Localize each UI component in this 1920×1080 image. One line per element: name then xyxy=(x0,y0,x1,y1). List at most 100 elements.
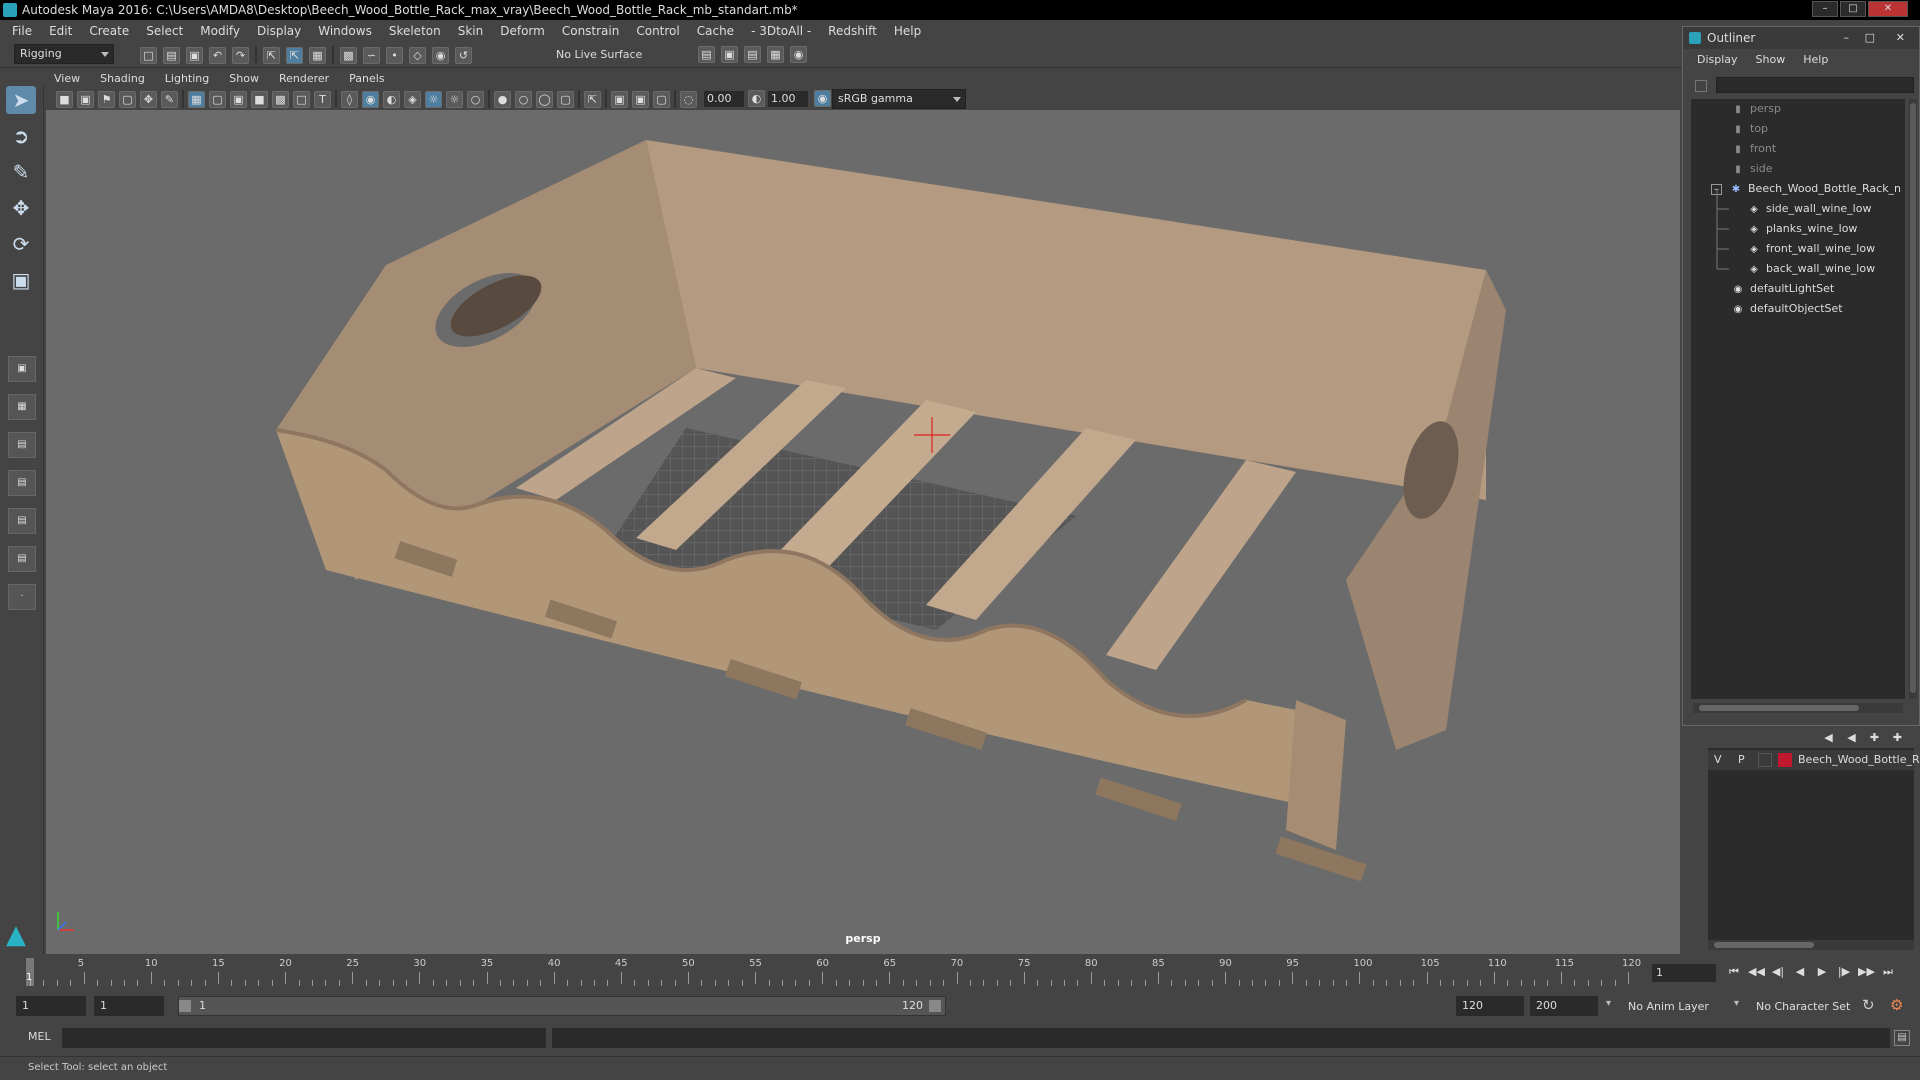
xray-icon[interactable]: ○ xyxy=(467,90,484,108)
range-end-handle[interactable] xyxy=(929,1000,941,1012)
outliner-item-top[interactable]: ▮ top xyxy=(1691,119,1905,139)
xray-active-icon[interactable]: ▣ xyxy=(632,90,649,108)
layer-color-swatch[interactable] xyxy=(1778,753,1792,767)
vp-menu-show[interactable]: Show xyxy=(229,72,259,85)
camera-select-icon[interactable]: ■ xyxy=(56,90,73,108)
close-icon[interactable]: ✕ xyxy=(1868,1,1908,17)
outliner-menu-display[interactable]: Display xyxy=(1697,53,1738,66)
menu-cache[interactable]: Cache xyxy=(697,24,734,38)
snap-curve-icon[interactable]: ∽ xyxy=(363,46,380,64)
depth-of-field-icon[interactable]: ▢ xyxy=(557,90,574,108)
menu-modify[interactable]: Modify xyxy=(200,24,240,38)
menu-control[interactable]: Control xyxy=(636,24,679,38)
field-chart-icon[interactable]: ▩ xyxy=(272,90,289,108)
exposure-icon[interactable]: ◌ xyxy=(680,90,697,108)
ambient-occlusion-icon[interactable]: ● xyxy=(494,90,511,108)
menu-help[interactable]: Help xyxy=(894,24,921,38)
select-by-component-icon[interactable]: ▦ xyxy=(309,46,326,64)
new-scene-icon[interactable]: □ xyxy=(140,46,157,64)
auto-key-icon[interactable]: ↻ xyxy=(1862,996,1875,1014)
time-ruler[interactable]: 5 10 15 20 25 30 35 40 45 50 55 60 65 70 75 80 85 90 95 100… xyxy=(26,958,1644,986)
command-input[interactable] xyxy=(62,1028,546,1048)
outliner-close-icon[interactable]: ✕ xyxy=(1896,27,1905,49)
redo-icon[interactable]: ↷ xyxy=(232,46,249,64)
select-by-object-icon[interactable]: ⇱ xyxy=(286,46,303,64)
single-pane-layout-icon[interactable]: ▣ xyxy=(8,356,36,382)
go-to-end-icon[interactable]: ⏭ xyxy=(1880,964,1896,980)
character-set-dropdown[interactable]: No Character Set xyxy=(1756,1000,1850,1013)
layer-display-type[interactable] xyxy=(1758,753,1772,767)
snap-surface-icon[interactable]: ◉ xyxy=(432,46,449,64)
paint-select-tool-icon[interactable]: ✎ xyxy=(6,158,36,186)
vp-menu-lighting[interactable]: Lighting xyxy=(165,72,209,85)
safe-action-icon[interactable]: □ xyxy=(293,90,310,108)
camera-attributes-icon[interactable]: ▣ xyxy=(77,90,94,108)
current-frame-field[interactable]: 1 xyxy=(1652,964,1716,982)
gate-mask-icon[interactable]: ■ xyxy=(251,90,268,108)
persp-graph-layout-icon[interactable]: ▤ xyxy=(8,470,36,496)
step-back-key-icon[interactable]: ◀◀ xyxy=(1748,964,1765,980)
anim-layer-chevron-icon[interactable]: ▾ xyxy=(1606,998,1611,1009)
move-tool-icon[interactable]: ✥ xyxy=(6,194,36,222)
vp-menu-view[interactable]: View xyxy=(54,72,80,85)
scroll-thumb[interactable] xyxy=(1714,942,1814,948)
filter-icon[interactable] xyxy=(1695,80,1707,92)
outliner-item-front[interactable]: ▮ front xyxy=(1691,139,1905,159)
outliner-search-input[interactable] xyxy=(1716,77,1914,93)
command-language-label[interactable]: MEL xyxy=(28,1030,51,1043)
isolate-select-icon[interactable]: ⇱ xyxy=(584,90,601,108)
script-editor-icon[interactable]: ▤ xyxy=(1894,1030,1910,1046)
menu-display[interactable]: Display xyxy=(257,24,301,38)
range-slider[interactable]: 1 120 xyxy=(178,996,946,1016)
menu-redshift[interactable]: Redshift xyxy=(828,24,877,38)
animation-end-field[interactable]: 200 xyxy=(1530,996,1598,1016)
menu-create[interactable]: Create xyxy=(89,24,129,38)
render-view-icon[interactable]: ▦ xyxy=(767,46,784,63)
uv-editor-layout-icon[interactable]: ▤ xyxy=(8,546,36,572)
scroll-thumb[interactable] xyxy=(1910,103,1916,693)
play-backward-icon[interactable]: ◀ xyxy=(1792,964,1808,980)
render-frame-icon[interactable]: ▣ xyxy=(721,46,738,63)
snap-view-plane-icon[interactable]: ◇ xyxy=(409,46,426,64)
outliner-menu-help[interactable]: Help xyxy=(1803,53,1828,66)
menu-deform[interactable]: Deform xyxy=(500,24,545,38)
grease-pencil-icon[interactable]: ✎ xyxy=(161,90,178,108)
grid-toggle-icon[interactable]: ▦ xyxy=(188,90,205,108)
outliner-minimize-icon[interactable]: – xyxy=(1844,27,1850,49)
exposure-field[interactable]: 0.00 xyxy=(704,91,744,107)
select-tool-icon[interactable]: ➤ xyxy=(6,86,36,114)
resolution-gate-icon[interactable]: ▣ xyxy=(230,90,247,108)
outliner-item-side[interactable]: ▮ side xyxy=(1691,159,1905,179)
shadows-icon[interactable]: ☼ xyxy=(446,90,463,108)
move-layer-down-icon[interactable]: ◀ xyxy=(1843,730,1860,747)
anti-alias-icon[interactable]: ◯ xyxy=(536,90,553,108)
step-forward-key-icon[interactable]: ▶▶ xyxy=(1858,964,1875,980)
rotate-tool-icon[interactable]: ⟳ xyxy=(6,230,36,258)
menu-edit[interactable]: Edit xyxy=(49,24,72,38)
film-gate-icon[interactable]: ▢ xyxy=(209,90,226,108)
backface-icon[interactable]: ▢ xyxy=(653,90,670,108)
vp-menu-renderer[interactable]: Renderer xyxy=(279,72,329,85)
scale-tool-icon[interactable]: ▣ xyxy=(6,266,36,294)
persp-viewport[interactable]: persp xyxy=(46,110,1680,954)
layer-visibility-toggle[interactable]: V xyxy=(1714,750,1722,770)
smooth-shade-icon[interactable]: ◉ xyxy=(362,90,379,108)
safe-title-icon[interactable]: T xyxy=(314,90,331,108)
select-by-hierarchy-icon[interactable]: ⇱ xyxy=(263,46,280,64)
textured-icon[interactable]: ◈ xyxy=(404,90,421,108)
gamma-field[interactable]: 1.00 xyxy=(768,91,808,107)
snap-point-icon[interactable]: • xyxy=(386,46,403,64)
step-forward-frame-icon[interactable]: |▶ xyxy=(1836,964,1852,980)
custom-layout-icon[interactable]: · xyxy=(8,584,36,610)
menu-windows[interactable]: Windows xyxy=(318,24,372,38)
layer-name[interactable]: Beech_Wood_Bottle_R xyxy=(1798,750,1920,770)
menu-file[interactable]: File xyxy=(12,24,32,38)
view-transform-dropdown[interactable]: sRGB gamma xyxy=(832,89,966,109)
minimize-icon[interactable]: – xyxy=(1812,1,1838,17)
outliner-item-set[interactable]: ◉ defaultObjectSet xyxy=(1691,299,1905,319)
gamma-icon[interactable]: ◐ xyxy=(748,90,765,107)
bookmark-icon[interactable]: ⚑ xyxy=(98,90,115,108)
time-slider[interactable]: 5 10 15 20 25 30 35 40 45 50 55 60 65 70 75 80 85 90 95 100… xyxy=(0,954,1920,990)
two-d-pan-icon[interactable]: ✥ xyxy=(140,90,157,108)
outliner-maximize-icon[interactable]: □ xyxy=(1865,27,1875,49)
